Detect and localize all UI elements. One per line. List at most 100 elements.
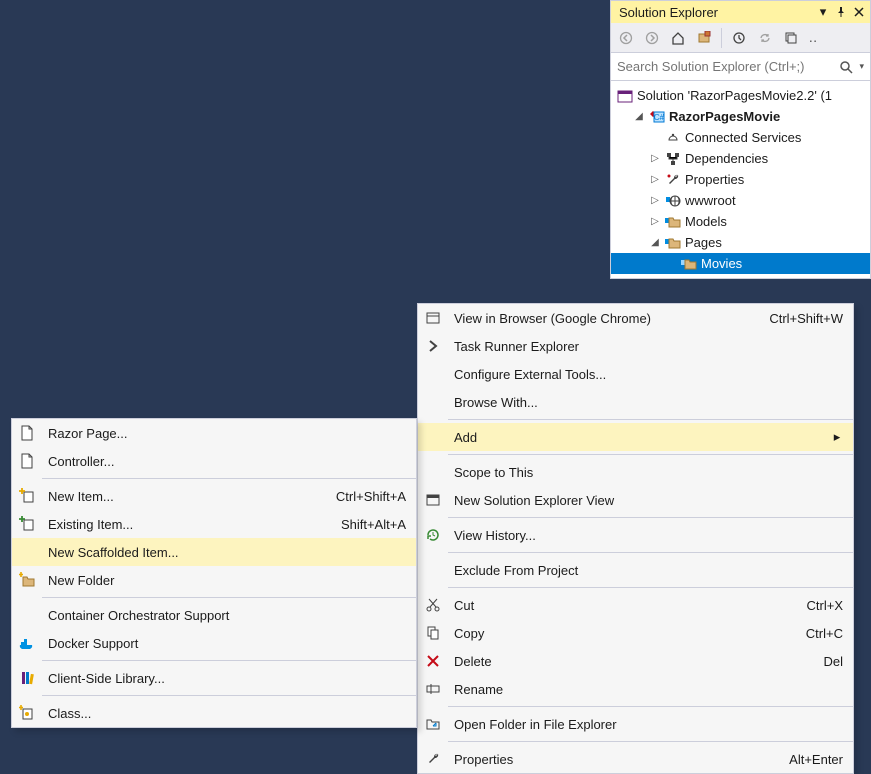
menu-new-item[interactable]: New Item... Ctrl+Shift+A bbox=[12, 482, 416, 510]
tree-properties[interactable]: ▷ Properties bbox=[611, 169, 870, 190]
solution-tree: Solution 'RazorPagesMovie2.2' (1 ◢ C# Ra… bbox=[611, 81, 870, 278]
panel-title: Solution Explorer bbox=[619, 5, 812, 20]
menu-new-scaffolded-item[interactable]: New Scaffolded Item... bbox=[12, 538, 416, 566]
class-icon bbox=[12, 705, 42, 721]
search-dropdown-icon[interactable]: ▾ bbox=[859, 61, 864, 72]
tree-dependencies[interactable]: ▷ Dependencies bbox=[611, 148, 870, 169]
menu-separator bbox=[448, 419, 853, 420]
menu-open-folder[interactable]: Open Folder in File Explorer bbox=[418, 710, 853, 738]
tree-label: Connected Services bbox=[685, 130, 801, 145]
expand-icon[interactable]: ▷ bbox=[649, 195, 661, 206]
wrench-icon bbox=[418, 751, 448, 767]
docker-icon bbox=[12, 635, 42, 651]
menu-separator bbox=[448, 587, 853, 588]
tree-movies[interactable]: Movies bbox=[611, 253, 870, 274]
panel-titlebar: Solution Explorer ▾ bbox=[611, 1, 870, 23]
search-icon[interactable] bbox=[839, 60, 853, 74]
search-input[interactable] bbox=[617, 59, 833, 74]
menu-add[interactable]: Add ▸ bbox=[418, 423, 853, 451]
folder-icon bbox=[681, 256, 697, 272]
solution-folders-icon[interactable] bbox=[693, 27, 715, 49]
context-menu-main: View in Browser (Google Chrome) Ctrl+Shi… bbox=[417, 303, 854, 774]
expand-icon[interactable]: ◢ bbox=[649, 237, 661, 248]
close-icon[interactable] bbox=[852, 5, 866, 19]
tree-project[interactable]: ◢ C# RazorPagesMovie bbox=[611, 106, 870, 127]
window-position-icon[interactable]: ▾ bbox=[816, 5, 830, 19]
menu-view-history[interactable]: View History... bbox=[418, 521, 853, 549]
history-icon bbox=[418, 527, 448, 543]
toolbar-overflow-icon[interactable]: ‥ bbox=[806, 27, 820, 49]
new-folder-icon bbox=[12, 572, 42, 588]
menu-existing-item[interactable]: Existing Item... Shift+Alt+A bbox=[12, 510, 416, 538]
menu-separator bbox=[448, 741, 853, 742]
tree-label: Dependencies bbox=[685, 151, 768, 166]
menu-copy[interactable]: Copy Ctrl+C bbox=[418, 619, 853, 647]
tree-label: Models bbox=[685, 214, 727, 229]
menu-properties[interactable]: Properties Alt+Enter bbox=[418, 745, 853, 773]
tree-connected-services[interactable]: Connected Services bbox=[611, 127, 870, 148]
collapse-all-icon[interactable] bbox=[780, 27, 802, 49]
page-icon bbox=[12, 425, 42, 441]
open-folder-icon bbox=[418, 716, 448, 732]
menu-separator bbox=[448, 706, 853, 707]
menu-controller[interactable]: Controller... bbox=[12, 447, 416, 475]
panel-toolbar: ‥ bbox=[611, 23, 870, 53]
menu-delete[interactable]: Delete Del bbox=[418, 647, 853, 675]
menu-new-solution-explorer-view[interactable]: New Solution Explorer View bbox=[418, 486, 853, 514]
tree-label: RazorPagesMovie bbox=[669, 109, 780, 124]
menu-razor-page[interactable]: Razor Page... bbox=[12, 419, 416, 447]
menu-separator bbox=[42, 695, 416, 696]
tree-label: Movies bbox=[701, 256, 742, 271]
tree-pages[interactable]: ◢ Pages bbox=[611, 232, 870, 253]
wrench-icon bbox=[665, 172, 681, 188]
folder-icon bbox=[665, 235, 681, 251]
menu-exclude-from-project[interactable]: Exclude From Project bbox=[418, 556, 853, 584]
menu-container-orchestrator[interactable]: Container Orchestrator Support bbox=[12, 601, 416, 629]
menu-cut[interactable]: Cut Ctrl+X bbox=[418, 591, 853, 619]
menu-class[interactable]: Class... bbox=[12, 699, 416, 727]
dependencies-icon bbox=[665, 151, 681, 167]
menu-configure-external-tools[interactable]: Configure External Tools... bbox=[418, 360, 853, 388]
expand-icon[interactable]: ▷ bbox=[649, 216, 661, 227]
connected-services-icon bbox=[665, 130, 681, 146]
svg-text:C#: C# bbox=[654, 113, 665, 122]
existing-item-icon bbox=[12, 516, 42, 532]
menu-separator bbox=[448, 517, 853, 518]
submenu-arrow-icon: ▸ bbox=[831, 429, 843, 445]
page-icon bbox=[12, 453, 42, 469]
context-menu-add: Razor Page... Controller... New Item... … bbox=[11, 418, 417, 728]
menu-separator bbox=[448, 552, 853, 553]
menu-separator bbox=[42, 660, 416, 661]
forward-icon[interactable] bbox=[641, 27, 663, 49]
menu-browse-with[interactable]: Browse With... bbox=[418, 388, 853, 416]
menu-view-in-browser[interactable]: View in Browser (Google Chrome) Ctrl+Shi… bbox=[418, 304, 853, 332]
sync-icon[interactable] bbox=[754, 27, 776, 49]
search-box[interactable]: ▾ bbox=[611, 53, 870, 81]
menu-new-folder[interactable]: New Folder bbox=[12, 566, 416, 594]
menu-rename[interactable]: Rename bbox=[418, 675, 853, 703]
pending-changes-icon[interactable] bbox=[728, 27, 750, 49]
globe-icon bbox=[665, 193, 681, 209]
library-icon bbox=[12, 670, 42, 686]
expand-icon[interactable]: ▷ bbox=[649, 153, 661, 164]
tree-models[interactable]: ▷ Models bbox=[611, 211, 870, 232]
tree-wwwroot[interactable]: ▷ wwwroot bbox=[611, 190, 870, 211]
copy-icon bbox=[418, 625, 448, 641]
tree-solution[interactable]: Solution 'RazorPagesMovie2.2' (1 bbox=[611, 85, 870, 106]
expand-icon[interactable]: ▷ bbox=[649, 174, 661, 185]
menu-client-side-library[interactable]: Client-Side Library... bbox=[12, 664, 416, 692]
expand-icon[interactable]: ◢ bbox=[633, 111, 645, 122]
menu-docker-support[interactable]: Docker Support bbox=[12, 629, 416, 657]
pin-icon[interactable] bbox=[834, 5, 848, 19]
back-icon[interactable] bbox=[615, 27, 637, 49]
home-icon[interactable] bbox=[667, 27, 689, 49]
menu-task-runner[interactable]: Task Runner Explorer bbox=[418, 332, 853, 360]
chevron-right-icon bbox=[418, 339, 448, 353]
delete-icon bbox=[418, 654, 448, 668]
menu-scope-to-this[interactable]: Scope to This bbox=[418, 458, 853, 486]
cut-icon bbox=[418, 597, 448, 613]
tree-label: Pages bbox=[685, 235, 722, 250]
window-icon bbox=[418, 492, 448, 508]
solution-explorer-panel: Solution Explorer ▾ ‥ ▾ Solution 'RazorP… bbox=[610, 0, 871, 279]
tree-label: Solution 'RazorPagesMovie2.2' (1 bbox=[637, 88, 832, 103]
